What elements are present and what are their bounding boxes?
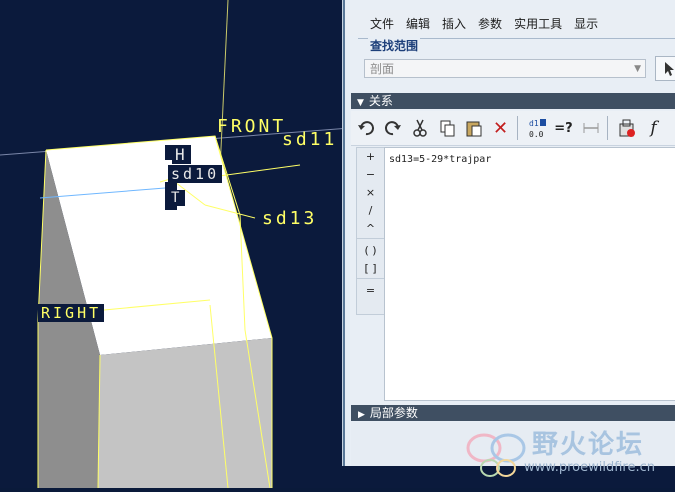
butterfly-logo-icon <box>466 433 526 477</box>
relations-header-label: 关系 <box>368 94 393 108</box>
look-in-select[interactable]: 剖面 ▼ <box>364 59 646 78</box>
local-parameters-header[interactable]: ▶ 局部参数 <box>351 405 675 421</box>
menu-insert[interactable]: 插入 <box>442 15 466 32</box>
toolbar-separator <box>517 116 518 140</box>
datum-label-right: RIGHT <box>38 304 105 322</box>
relations-editor[interactable]: sd13=5-29*trajpar <box>384 147 675 401</box>
dimension-label-sd13[interactable]: sd13 <box>262 208 317 229</box>
menu-bar: 文件 编辑 插入 参数 实用工具 显示 <box>345 10 675 36</box>
svg-text:d1: d1 <box>529 119 539 128</box>
forum-watermark: 野火论坛 www.proewildfire.cn <box>462 420 675 488</box>
local-parameters-label: 局部参数 <box>369 406 418 420</box>
front-face <box>98 338 272 488</box>
relations-toolbar: ✕ d1 0.0 =? f <box>351 111 675 146</box>
pointer-icon <box>665 62 674 76</box>
relations-dialog: 文件 编辑 插入 参数 实用工具 显示 查找范围 剖面 ▼ ▼ 关系 ✕ d1 … <box>343 0 675 466</box>
menu-display[interactable]: 显示 <box>574 15 598 32</box>
redo-icon[interactable] <box>380 115 405 141</box>
operator-equals-button[interactable]: = <box>357 282 384 300</box>
copy-icon[interactable] <box>434 115 459 141</box>
dimension-label-sd10[interactable]: sd10 <box>168 165 223 183</box>
look-in-title: 查找范围 <box>368 37 421 54</box>
switch-dimensions-icon[interactable]: d1 0.0 <box>524 115 549 141</box>
delete-icon[interactable]: ✕ <box>488 115 513 141</box>
dimension-label-sd11[interactable]: sd11 <box>282 129 337 150</box>
sort-icon[interactable] <box>578 115 603 141</box>
cut-icon[interactable] <box>407 115 432 141</box>
menu-file[interactable]: 文件 <box>370 15 394 32</box>
function-icon[interactable]: f <box>641 115 666 141</box>
datum-label-front: FRONT <box>217 116 287 137</box>
paste-icon[interactable] <box>461 115 486 141</box>
operator-brackets-button[interactable]: [ ] <box>357 260 384 278</box>
expand-triangle-icon: ▶ <box>358 410 365 420</box>
operator-parentheses-button[interactable]: ( ) <box>357 242 384 260</box>
operator-column: + − × / ^ ( ) [ ] = <box>356 147 385 315</box>
watermark-url: www.proewildfire.cn <box>524 460 655 475</box>
relations-section-header[interactable]: ▼ 关系 <box>351 93 675 109</box>
collapse-triangle-icon: ▼ <box>357 98 364 108</box>
look-in-value: 剖面 <box>370 62 395 76</box>
evaluate-icon[interactable]: =? <box>551 115 576 141</box>
toolbar-separator <box>607 116 608 140</box>
watermark-title: 野火论坛 <box>532 430 645 460</box>
operator-divide-button[interactable]: / <box>357 202 384 220</box>
menu-parameters[interactable]: 参数 <box>478 15 502 32</box>
operator-multiply-button[interactable]: × <box>357 184 384 202</box>
relation-line: sd13=5-29*trajpar <box>389 154 492 165</box>
operator-power-button[interactable]: ^ <box>357 220 384 238</box>
undo-icon[interactable] <box>353 115 378 141</box>
menu-utilities[interactable]: 实用工具 <box>514 15 562 32</box>
menu-edit[interactable]: 编辑 <box>406 15 430 32</box>
verify-icon[interactable] <box>614 115 639 141</box>
operator-plus-button[interactable]: + <box>357 148 384 166</box>
dimension-label-t[interactable]: T <box>168 190 186 206</box>
select-pointer-button[interactable] <box>655 56 675 81</box>
dimension-label-h[interactable]: H <box>172 145 191 164</box>
chevron-down-icon: ▼ <box>634 64 641 74</box>
svg-text:0.0: 0.0 <box>529 130 544 139</box>
operator-minus-button[interactable]: − <box>357 166 384 184</box>
look-in-group: 查找范围 剖面 ▼ <box>358 37 675 93</box>
